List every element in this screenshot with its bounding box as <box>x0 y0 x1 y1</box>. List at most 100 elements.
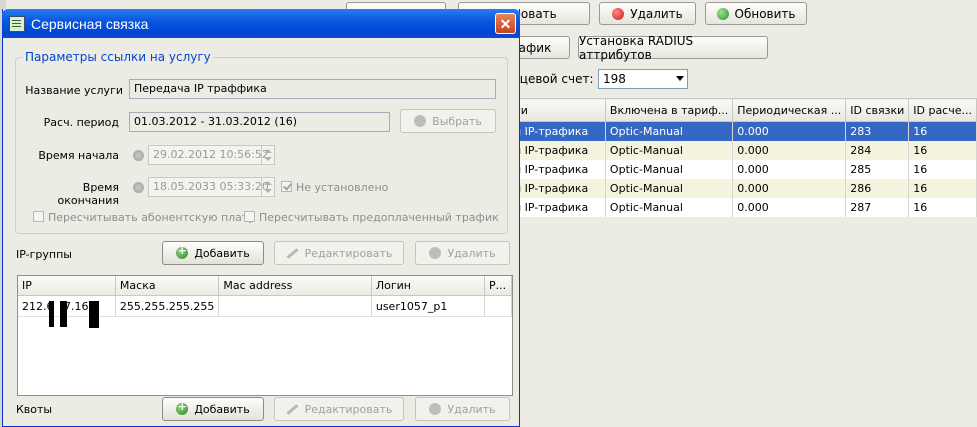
not-set-checkbox[interactable] <box>281 181 292 192</box>
grid-cell: я IP-трафика <box>510 160 606 179</box>
period-field[interactable]: 01.03.2012 - 31.03.2012 (16) <box>129 112 390 132</box>
grid-cell: 283 <box>845 121 910 141</box>
grid-row[interactable]: я IP-трафика Optic-Manual 0.000 287 16 <box>510 198 977 217</box>
spinner-icon[interactable] <box>261 146 274 164</box>
grid-header: ги Включена в тариф... Периодическая ... ID… <box>510 98 977 122</box>
bg-delete-label: Удалить <box>630 6 683 21</box>
grid-cell: Optic-Manual <box>605 121 734 141</box>
ip-column-header[interactable]: Логин <box>371 276 486 296</box>
grid-cell: 0.000 <box>732 160 847 179</box>
grid-cell: я IP-трафика <box>510 121 606 141</box>
ip-column-header[interactable]: Р... <box>484 276 512 296</box>
grid-cell: Optic-Manual <box>605 198 734 217</box>
pencil-icon <box>286 403 299 415</box>
quota-delete-label: Удалить <box>447 402 496 416</box>
start-time-radio[interactable] <box>133 150 144 161</box>
end-time-label: Время окончания <box>57 181 120 207</box>
delete-icon <box>429 247 442 259</box>
ip-table-cell <box>218 295 372 317</box>
ip-add-button[interactable]: Добавить <box>162 241 264 265</box>
grid-cell: 287 <box>845 198 910 217</box>
add-icon <box>176 244 189 259</box>
service-link-dialog: Сервисная связка ✕ Параметры ссылки на у… <box>2 9 520 427</box>
ip-column-header[interactable]: IP <box>18 276 116 296</box>
ip-delete-button[interactable]: Удалить <box>415 241 510 265</box>
choose-label: Выбрать <box>432 114 482 128</box>
grid-cell: 0.000 <box>732 141 847 160</box>
recalc-prepaid-checkbox[interactable] <box>244 211 255 222</box>
recalc-prepaid-label: Пересчитывать предоплаченный трафик <box>259 211 499 224</box>
redaction-mark <box>49 301 54 327</box>
quota-edit-label: Редактировать <box>304 402 393 416</box>
ip-edit-label: Редактировать <box>304 246 393 260</box>
account-value: 198 <box>603 72 626 86</box>
grid-row[interactable]: я IP-трафика Optic-Manual 0.000 284 16 <box>510 141 977 160</box>
ip-table-header: IP Маска Mac address Логин Р... <box>18 276 512 296</box>
grid-cell: 286 <box>845 179 910 198</box>
grid-cell: я IP-трафика <box>510 141 606 160</box>
grid-column-header[interactable]: ID связки <box>845 98 910 122</box>
grid-row[interactable]: я IP-трафика Optic-Manual 0.000 283 16 <box>510 121 977 141</box>
ip-column-header[interactable]: Маска <box>115 276 220 296</box>
grid-cell: 16 <box>908 160 977 179</box>
close-button[interactable]: ✕ <box>495 13 516 34</box>
service-name-label: Название услуги <box>25 84 123 97</box>
quota-add-label: Добавить <box>194 402 250 416</box>
grid-cell: 284 <box>845 141 910 160</box>
ip-table-cell: user1057_p1 <box>371 295 486 317</box>
grid-cell: 0.000 <box>732 179 847 198</box>
close-icon: ✕ <box>499 16 512 32</box>
grid-cell: 16 <box>908 179 977 198</box>
not-set-label: Не установлено <box>296 181 389 194</box>
grid-column-header[interactable]: Периодическая ... <box>732 98 847 122</box>
grid-row[interactable]: я IP-трафика Optic-Manual 0.000 286 16 <box>510 179 977 198</box>
choose-button[interactable]: Выбрать <box>400 109 496 133</box>
dialog-titlebar[interactable]: Сервисная связка ✕ <box>2 9 520 38</box>
ip-table-cell <box>484 295 512 317</box>
start-time-field[interactable]: 29.02.2012 10:56:52 <box>148 145 275 165</box>
grid-column-header[interactable]: Включена в тариф... <box>604 98 734 122</box>
services-grid: ги Включена в тариф... Периодическая ... ID… <box>510 98 977 217</box>
ip-delete-label: Удалить <box>447 246 496 260</box>
quota-add-button[interactable]: Добавить <box>162 397 264 421</box>
period-label: Расч. период <box>43 116 119 129</box>
bg-radius-label: Установка RADIUS аттрибутов <box>579 33 694 62</box>
group-title: Параметры ссылки на услугу <box>25 50 211 64</box>
bg-delete-button[interactable]: Удалить <box>599 2 696 25</box>
chevron-down-icon <box>676 76 684 81</box>
ip-column-header[interactable]: Mac address <box>218 276 372 296</box>
grid-body: я IP-трафика Optic-Manual 0.000 283 16 я IP-т… <box>510 121 977 217</box>
account-select[interactable]: 198 <box>598 69 688 89</box>
bg-radius-button[interactable]: Установка RADIUS аттрибутов <box>578 33 768 62</box>
gear-icon <box>414 115 427 127</box>
account-label: ицевой счет: <box>512 72 594 86</box>
grid-cell: Optic-Manual <box>605 141 734 160</box>
grid-cell: 16 <box>908 121 977 141</box>
window-icon <box>9 15 25 32</box>
end-time-field[interactable]: 18.05.2033 05:33:20 <box>148 177 275 197</box>
end-time-value: 18.05.2033 05:33:20 <box>153 180 269 193</box>
delete-icon <box>612 7 625 20</box>
quota-delete-button[interactable]: Удалить <box>415 397 510 421</box>
ip-edit-button[interactable]: Редактировать <box>274 241 404 265</box>
quota-edit-button[interactable]: Редактировать <box>274 397 404 421</box>
end-time-radio[interactable] <box>133 182 144 193</box>
service-name-field[interactable]: Передача IP траффика <box>129 79 496 99</box>
dialog-title: Сервисная связка <box>31 15 149 32</box>
grid-cell: я IP-трафика <box>510 179 606 198</box>
ip-groups-table: IP Маска Mac address Логин Р... 212.6 7.16 25… <box>17 275 513 396</box>
grid-cell: 0.000 <box>732 198 847 217</box>
grid-row[interactable]: я IP-трафика Optic-Manual 0.000 285 16 <box>510 160 977 179</box>
bg-refresh-button[interactable]: Обновить <box>705 2 807 25</box>
grid-column-header[interactable]: ID расче... <box>908 98 977 122</box>
refresh-icon <box>716 7 729 20</box>
grid-cell: 16 <box>908 141 977 160</box>
grid-cell: 16 <box>908 198 977 217</box>
spinner-icon[interactable] <box>261 178 274 196</box>
start-time-label: Время начала <box>38 149 119 162</box>
pencil-icon <box>286 247 299 259</box>
recalc-fee-label: Пересчитывать абонентскую плату <box>48 211 255 224</box>
recalc-fee-checkbox[interactable] <box>33 211 44 222</box>
grid-column-header[interactable]: ги <box>510 98 606 122</box>
start-time-value: 29.02.2012 10:56:52 <box>153 148 269 161</box>
